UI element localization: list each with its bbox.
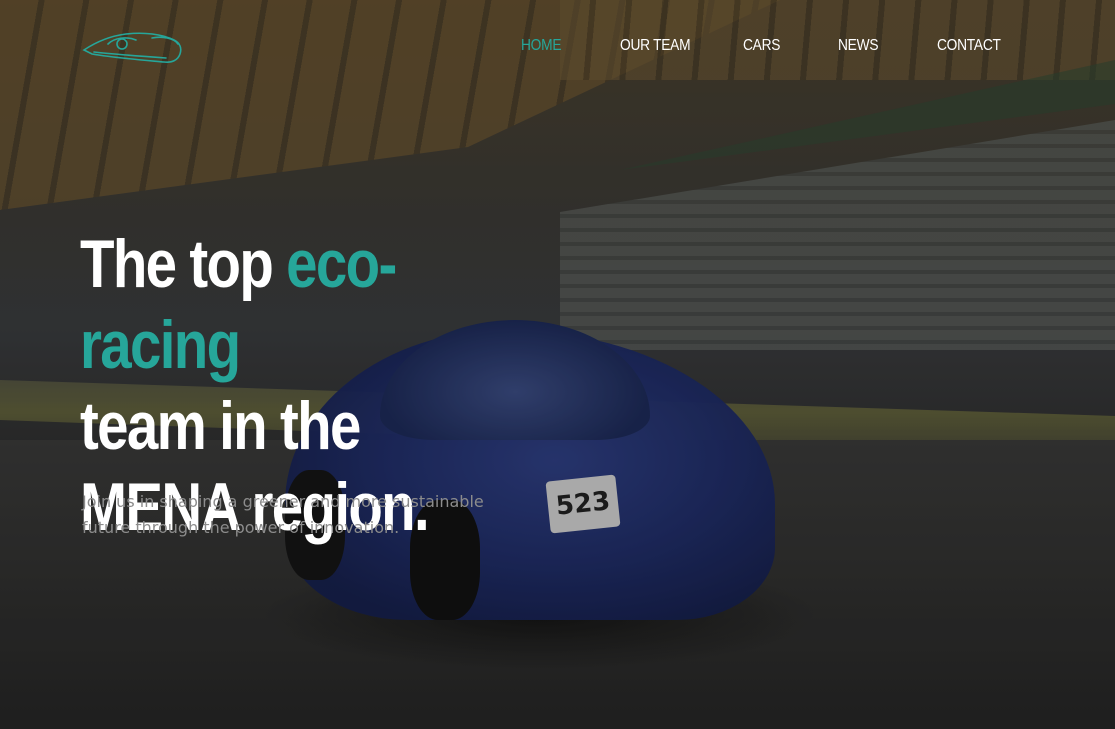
nav-item-our-team[interactable]: OUR TEAM [620, 37, 691, 55]
nav-item-home[interactable]: HOME [521, 37, 562, 55]
main-nav: HOME OUR TEAM CARS NEWS CONTACT [0, 37, 1115, 61]
nav-item-cars[interactable]: CARS [743, 37, 780, 55]
nav-item-news[interactable]: NEWS [838, 37, 879, 55]
nav-item-contact[interactable]: CONTACT [937, 37, 1001, 55]
headline-part-1: The top [80, 226, 287, 302]
hero-subtitle: Join us in shaping a greener and more su… [82, 492, 484, 537]
